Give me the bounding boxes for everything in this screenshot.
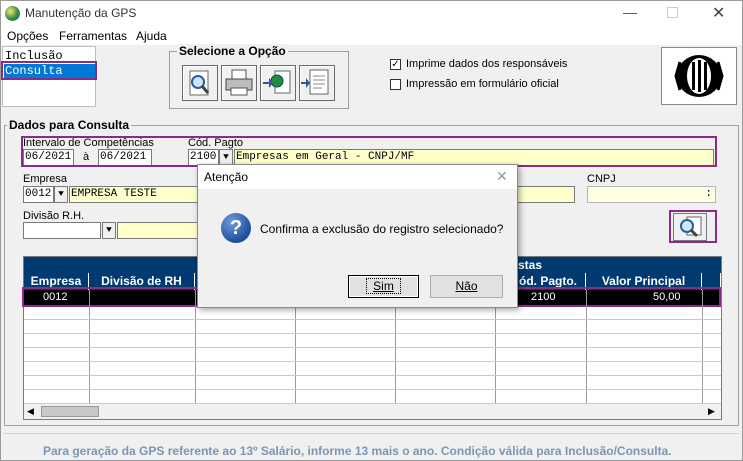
division-label: Divisão R.H. [23, 210, 85, 222]
dialog-message: Confirma a exclusão do registro selecion… [260, 222, 504, 236]
menu-ferramentas[interactable]: Ferramentas [59, 29, 127, 43]
grid-row-line [24, 319, 721, 320]
grid-row-line [24, 389, 721, 390]
menu-ajuda[interactable]: Ajuda [136, 29, 167, 43]
company-code-input[interactable]: 0012 [23, 186, 54, 203]
print-option-button[interactable] [221, 65, 257, 101]
search-option-button[interactable] [182, 65, 218, 101]
horizontal-scrollbar[interactable]: ◀ ▶ [24, 403, 721, 419]
menu-opcoes[interactable]: Opções [7, 29, 48, 43]
company-label: Empresa [23, 173, 68, 185]
option-group-title: Selecione a Opção [177, 44, 288, 58]
grid-row-line [24, 333, 721, 334]
app-icon [5, 6, 20, 21]
consulta-highlight [1, 61, 97, 80]
search-button-highlight [669, 210, 717, 243]
division-dropdown[interactable]: ⯆ [102, 222, 116, 239]
question-icon: ? [221, 213, 251, 243]
query-group-title: Dados para Consulta [7, 118, 132, 132]
web-export-icon [263, 70, 291, 94]
query-row-highlight [21, 136, 717, 167]
grid-row-line [24, 375, 721, 376]
confirm-dialog: Atenção ✕ ? Confirma a exclusão do regis… [197, 164, 518, 308]
window-title: Manutenção da GPS [25, 6, 137, 20]
no-button[interactable]: Não [430, 275, 503, 298]
division-description [117, 222, 207, 239]
scroll-right-icon[interactable]: ▶ [708, 406, 715, 417]
main-window: Manutenção da GPS — ✕ Opções Ferramentas… [0, 0, 743, 461]
magnifier-icon [189, 70, 210, 96]
grid-row-line [24, 361, 721, 362]
maximize-icon[interactable] [667, 7, 678, 18]
grid-row-line [24, 347, 721, 348]
official-form-checkbox[interactable] [390, 79, 401, 90]
scroll-left-icon[interactable]: ◀ [27, 406, 34, 417]
footer-hint: Para geração da GPS referente ao 13º Sal… [43, 444, 672, 458]
company-dropdown[interactable]: ⯆ [54, 186, 68, 203]
dropdown-arrow-icon: ⯆ [105, 225, 113, 236]
yes-button-label: Sim [366, 278, 401, 294]
document-option-button[interactable] [299, 65, 335, 101]
minimize-icon[interactable]: — [623, 4, 637, 20]
printer-icon [225, 69, 253, 96]
close-icon[interactable]: ✕ [712, 3, 725, 23]
scroll-thumb[interactable] [41, 406, 99, 417]
document-icon [301, 69, 329, 95]
print-responsibles-checkbox[interactable]: ✓ [390, 59, 401, 70]
logo-box [661, 47, 737, 105]
cnpj-label: CNPJ [587, 173, 616, 185]
institution-logo [674, 55, 724, 97]
export-option-button[interactable] [260, 65, 296, 101]
grid-group-header-text: stas [518, 258, 543, 272]
title-bar: Manutenção da GPS — ✕ [1, 1, 742, 27]
cnpj-field: : [587, 186, 716, 203]
print-responsibles-label: Imprime dados dos responsáveis [406, 58, 568, 70]
menu-bar: Opções Ferramentas Ajuda [1, 27, 742, 45]
dialog-close-icon[interactable]: ✕ [496, 168, 508, 185]
dropdown-arrow-icon: ⯆ [57, 189, 65, 200]
yes-button[interactable]: Sim [348, 275, 419, 298]
no-button-label: Não [455, 279, 478, 293]
division-input[interactable] [23, 222, 101, 239]
dialog-title: Atenção [204, 170, 249, 184]
dialog-title-bar: Atenção ✕ [198, 165, 517, 189]
official-form-label: Impressão em formulário oficial [406, 78, 559, 90]
